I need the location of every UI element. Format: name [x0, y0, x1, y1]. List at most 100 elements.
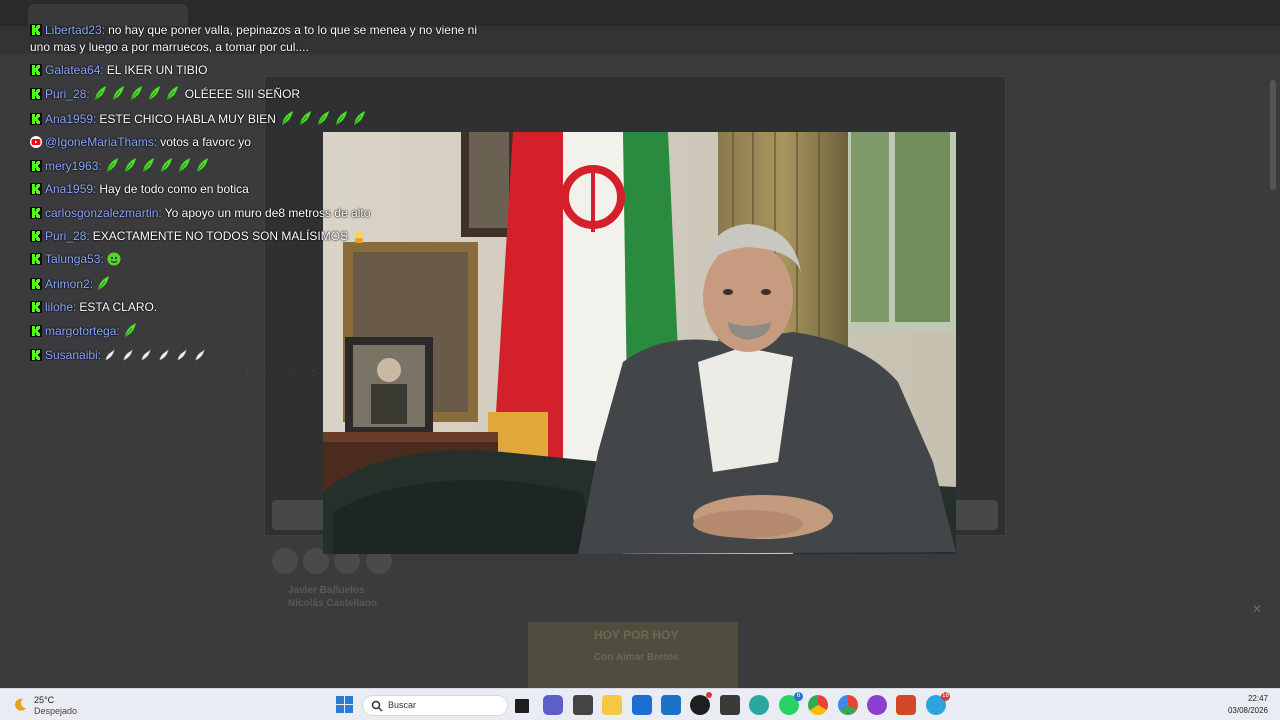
- leaf-emoji-icon: [147, 85, 161, 101]
- leaf-emoji-icon: [122, 348, 136, 364]
- search-icon: [371, 700, 383, 712]
- leaf-emoji-icon: [352, 110, 366, 126]
- chat-message: Susanaibi: [30, 347, 500, 364]
- leaf-emoji-icon: [96, 275, 110, 291]
- leaf-emoji-icon: [104, 348, 118, 364]
- circle-app-icon[interactable]: [867, 695, 887, 715]
- leaf-emoji-icon: [298, 110, 312, 126]
- chat-username[interactable]: mery1963: [45, 159, 105, 173]
- chat-message: Libertad23no hay que poner valla, pepina…: [30, 22, 500, 56]
- chat-text: ESTA CLARO.: [79, 299, 158, 314]
- taskbar-clock[interactable]: 22:47 03/08/2026: [1228, 693, 1268, 717]
- kick-badge-icon: [30, 160, 42, 173]
- clock-date: 03/08/2026: [1227, 706, 1268, 715]
- leaf-emoji-icon: [111, 85, 125, 101]
- windows-start-icon[interactable]: [336, 696, 353, 713]
- kick-badge-icon: [30, 24, 42, 36]
- leaf-emoji-icon: [141, 157, 155, 173]
- chat-message: mery1963: [30, 157, 500, 175]
- chat-username[interactable]: @IgoneMariaThams: [45, 135, 160, 149]
- close-icon[interactable]: ✕: [1252, 602, 1262, 616]
- leaf-emoji-icon: [334, 110, 348, 126]
- chat-username[interactable]: carlosgonzalezmartin: [45, 206, 165, 220]
- chat-message: Puri_28EXACTAMENTE NO TODOS SON MALÍSIMO…: [30, 228, 500, 245]
- leaf-emoji-icon: [177, 157, 191, 173]
- outlook-icon[interactable]: [661, 695, 681, 715]
- weather-temperature: 25°C: [34, 695, 55, 705]
- kick-badge-icon: [30, 253, 42, 266]
- chat-username[interactable]: Ana1959: [45, 112, 99, 126]
- chat-message: carlosgonzalezmartinYo apoyo un muro de8…: [30, 205, 500, 222]
- leaf-emoji-icon: [123, 322, 137, 338]
- kick-badge-icon: [30, 64, 42, 76]
- search-placeholder: Buscar: [388, 700, 417, 710]
- leaf-emoji-icon: [140, 348, 154, 364]
- chrome-icon[interactable]: [808, 695, 828, 715]
- page-scrollbar[interactable]: [1270, 80, 1276, 190]
- promo-card-title: HOY POR HOY: [594, 628, 679, 642]
- telegram-icon[interactable]: 16: [926, 692, 950, 715]
- chat-message: Galatea64EL IKER UN TIBIO: [30, 62, 500, 79]
- leaf-emoji-icon: [280, 110, 294, 126]
- byline-author-1: Javier Bañuelos: [288, 585, 365, 596]
- chat-username[interactable]: Ana1959: [45, 182, 99, 196]
- chat-username[interactable]: Libertad23: [45, 23, 108, 37]
- kick-badge-icon: [30, 88, 42, 101]
- live-chat-overlay: Libertad23no hay que poner valla, pepina…: [30, 22, 500, 370]
- chrome-alt-icon[interactable]: [838, 695, 858, 715]
- chat-message: Ana1959Hay de todo como en botica: [30, 181, 500, 198]
- store-icon[interactable]: [632, 695, 652, 715]
- chat-text: OLÉEEE SIII SEÑOR: [184, 87, 301, 102]
- weather-condition: Despejado: [34, 706, 78, 716]
- taskbar-search-box[interactable]: Buscar: [362, 695, 508, 716]
- facebook-share-icon[interactable]: [272, 548, 298, 574]
- leaf-emoji-icon: [195, 157, 209, 173]
- chat-username[interactable]: margotortega: [45, 324, 123, 338]
- chatgpt-icon[interactable]: [690, 692, 712, 715]
- leaf-emoji-icon: [165, 85, 179, 101]
- chat-username[interactable]: Talunga53: [45, 252, 107, 266]
- whatsapp-badge: 6: [794, 692, 803, 701]
- leaf-emoji-icon: [159, 157, 173, 173]
- snipping-tool-icon[interactable]: [573, 695, 593, 715]
- chat-text: votos a favorc yo: [160, 134, 251, 149]
- leaf-emoji-icon: [123, 157, 137, 173]
- leaf-emoji-icon: [158, 348, 172, 364]
- chat-username[interactable]: Puri_28: [45, 229, 93, 243]
- chat-text: EL IKER UN TIBIO: [106, 63, 208, 77]
- person-emoji-icon: [352, 229, 366, 245]
- leaf-emoji-icon: [176, 348, 190, 364]
- kick-badge-icon: [30, 277, 42, 290]
- leaf-emoji-icon: [194, 348, 208, 364]
- chat-message: liloheESTA CLARO.: [30, 299, 500, 316]
- teams-icon[interactable]: [543, 695, 563, 715]
- chat-username[interactable]: Arimon2: [45, 277, 96, 291]
- chat-text: Yo apoyo un muro de8 metross de alto: [164, 205, 371, 220]
- chat-username[interactable]: Puri_28: [45, 87, 93, 101]
- kick-badge-icon: [30, 348, 42, 361]
- file-explorer-icon[interactable]: [602, 695, 622, 715]
- edge-icon[interactable]: [749, 695, 769, 715]
- chat-username[interactable]: Galatea64: [45, 63, 107, 77]
- kick-badge-icon: [30, 206, 42, 219]
- weather-widget[interactable]: 25°C Despejado: [12, 694, 92, 718]
- windows-taskbar: 25°C Despejado Buscar 6 16 22:47 03/08/2…: [0, 688, 1280, 720]
- task-view-icon[interactable]: [515, 699, 529, 713]
- cube-app-icon[interactable]: [720, 695, 740, 715]
- moon-icon: [15, 698, 26, 711]
- leaf-emoji-icon: [129, 85, 143, 101]
- leaf-emoji-icon: [93, 85, 107, 101]
- powerpoint-icon[interactable]: [896, 695, 916, 715]
- chat-message: Talunga53: [30, 251, 500, 268]
- chat-username[interactable]: Susanaibi: [45, 348, 104, 362]
- kick-badge-icon: [30, 230, 42, 243]
- chat-text: Hay de todo como en botica: [99, 182, 249, 197]
- promo-card-subtitle: Con Aimar Bretos: [594, 652, 679, 663]
- chat-message: @IgoneMariaThamsvotos a favorc yo: [30, 134, 500, 151]
- article-byline: Javier Bañuelos Nicolás Castellano: [288, 584, 377, 610]
- whatsapp-icon[interactable]: 6: [779, 692, 803, 715]
- chat-message: Arimon2: [30, 275, 500, 293]
- chat-message: margotortega: [30, 322, 500, 340]
- kick-badge-icon: [30, 325, 42, 338]
- chat-username[interactable]: lilohe: [45, 300, 79, 314]
